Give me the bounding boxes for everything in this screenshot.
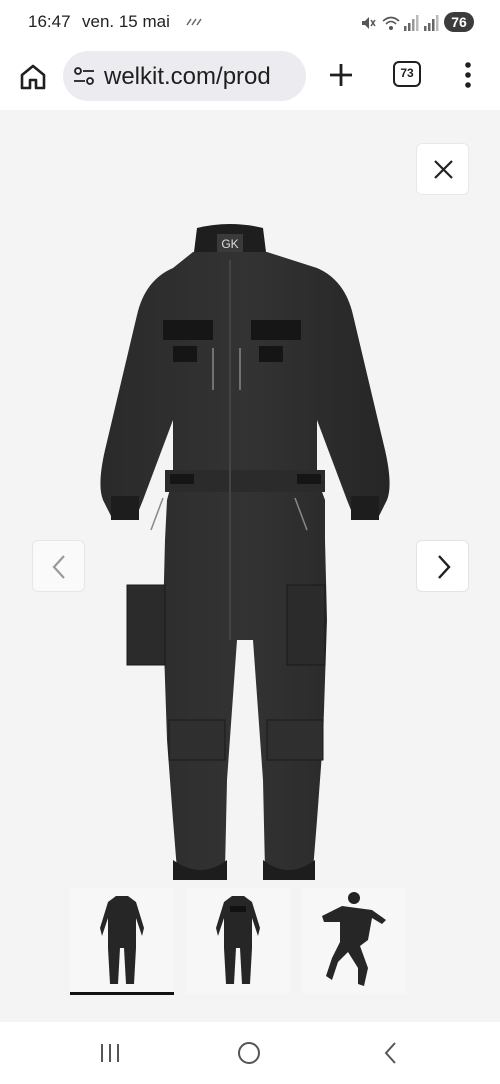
status-time: 16:47 bbox=[28, 12, 71, 31]
chevron-left-icon[interactable] bbox=[33, 541, 86, 593]
site-settings-icon[interactable] bbox=[73, 66, 95, 86]
thumbnail-image bbox=[100, 896, 144, 984]
signal-icon bbox=[424, 15, 439, 31]
chevron-right-icon[interactable] bbox=[417, 541, 470, 593]
signal-icon bbox=[404, 15, 419, 31]
prev-image-button[interactable] bbox=[32, 540, 85, 592]
address-bar[interactable]: welkit.com/prod bbox=[63, 51, 306, 101]
close-button[interactable] bbox=[416, 143, 469, 195]
wifi-icon bbox=[382, 16, 400, 30]
thumbnail-worn[interactable] bbox=[302, 888, 406, 994]
close-icon[interactable] bbox=[417, 144, 470, 196]
thumbnail-image bbox=[322, 892, 386, 986]
product-main-image: GK bbox=[100, 224, 390, 880]
back-icon[interactable] bbox=[376, 1040, 406, 1066]
home-circle-icon[interactable] bbox=[234, 1040, 264, 1066]
home-icon[interactable] bbox=[16, 60, 50, 94]
active-thumbnail-indicator bbox=[70, 992, 174, 995]
next-image-button[interactable] bbox=[416, 540, 469, 592]
browser-toolbar: welkit.com/prod 73 bbox=[0, 48, 500, 110]
status-date: ven. 15 mai bbox=[82, 12, 170, 31]
product-logo: GK bbox=[221, 237, 238, 251]
mute-icon bbox=[362, 17, 376, 29]
product-gallery: GK bbox=[0, 110, 500, 1022]
thumbnail-image bbox=[216, 896, 260, 984]
status-bar: 16:47 ven. 15 mai 76 bbox=[0, 0, 500, 48]
recents-icon[interactable] bbox=[96, 1040, 126, 1066]
plus-icon[interactable] bbox=[326, 60, 356, 90]
url-text[interactable]: welkit.com/prod bbox=[104, 63, 271, 91]
more-vert-icon[interactable] bbox=[462, 60, 474, 90]
tabs-button[interactable]: 73 bbox=[393, 61, 421, 87]
thumbnail-back[interactable] bbox=[186, 888, 290, 994]
system-nav-bar bbox=[0, 1022, 500, 1084]
thumbnail-front[interactable] bbox=[70, 888, 174, 995]
thumbnail-strip bbox=[70, 888, 410, 996]
activity-icon bbox=[186, 18, 202, 26]
battery-indicator: 76 bbox=[444, 12, 474, 32]
